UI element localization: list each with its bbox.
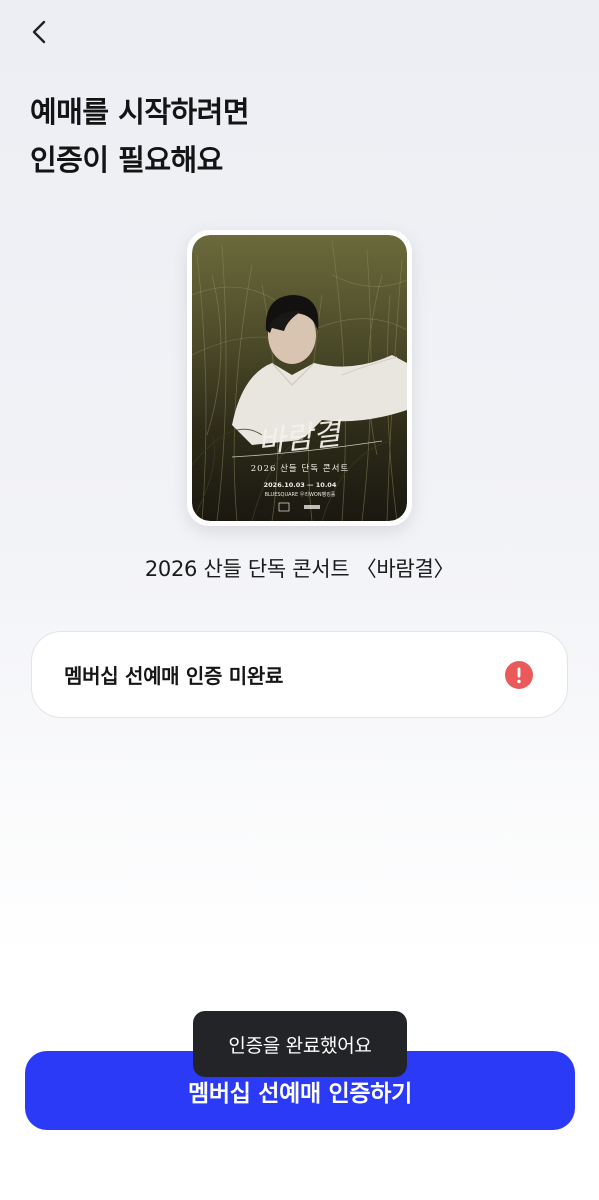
chevron-left-icon	[32, 20, 46, 44]
membership-verification-status: 멤버십 선예매 인증 미완료	[31, 631, 568, 718]
poster-venue: BLUESQUARE 우리WON뱅킹홀	[265, 491, 336, 498]
poster-dates: 2026.10.03 — 10.04	[264, 481, 337, 489]
toast-message: 인증을 완료했어요	[193, 1011, 407, 1077]
poster-sponsor-logo-icon	[304, 505, 320, 509]
verification-status-label: 멤버십 선예매 인증 미완료	[64, 664, 284, 688]
concert-poster-image: 바람결 2026 산들 단독 콘서트 2026.10.03 — 10.04 BL…	[192, 235, 407, 521]
concert-title: 2026 산들 단독 콘서트 〈바람결〉	[144, 557, 455, 581]
back-button[interactable]	[22, 14, 58, 50]
page-title-line-2: 인증이 필요해요	[30, 143, 223, 177]
page-title-line-1: 예매를 시작하려면	[30, 95, 250, 129]
page-title: 예매를 시작하려면 인증이 필요해요	[30, 88, 250, 184]
concert-poster-card: 바람결 2026 산들 단독 콘서트 2026.10.03 — 10.04 BL…	[187, 230, 412, 526]
poster-subtitle: 2026 산들 단독 콘서트	[251, 463, 349, 474]
alert-icon	[505, 660, 533, 689]
